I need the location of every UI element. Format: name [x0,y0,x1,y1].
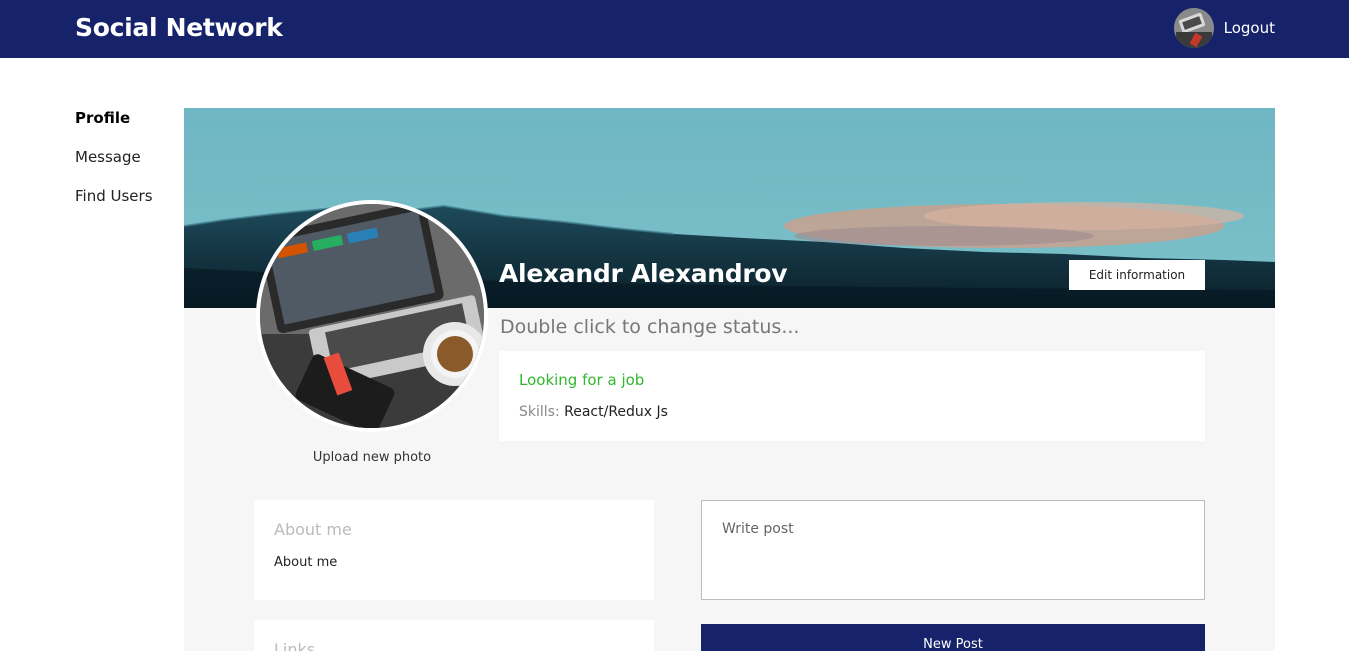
skills-line: Skills: React/Redux Js [519,404,1185,420]
about-me-text: About me [274,555,338,570]
sidebar-item-profile[interactable]: Profile [75,108,153,147]
skills-label: Skills: [519,404,560,420]
user-avatar-icon [1173,8,1214,48]
job-status: Looking for a job [519,371,645,389]
profile-name: Alexandr Alexandrov [499,259,788,288]
profile-photo[interactable] [256,200,488,432]
sidebar-item-message[interactable]: Message [75,147,153,186]
write-post-input[interactable] [701,500,1205,600]
skills-value: React/Redux Js [564,404,668,420]
laptop-photo-icon [260,204,484,428]
edit-information-button[interactable]: Edit information [1069,260,1205,290]
profile-content: Upload new photo Alexandr Alexandrov Edi… [184,108,1275,651]
upload-photo-link[interactable]: Upload new photo [256,450,488,465]
user-menu: Logout [1173,8,1275,48]
sidebar-nav: Profile Message Find Users [75,108,153,225]
about-me-title: About me [274,520,352,539]
user-avatar[interactable] [1173,8,1214,48]
info-card: Looking for a job Skills: React/Redux Js [499,351,1205,441]
sidebar-item-find-users[interactable]: Find Users [75,186,153,225]
links-card: Links [254,620,654,651]
new-post-button[interactable]: New Post [701,624,1205,651]
links-title: Links [274,640,316,651]
brand-logo-text[interactable]: Social Network [75,13,283,42]
top-navbar: Social Network Logout [0,0,1349,58]
logout-link[interactable]: Logout [1224,19,1275,37]
about-me-card: About me About me [254,500,654,600]
profile-status[interactable]: Double click to change status... [500,316,799,338]
